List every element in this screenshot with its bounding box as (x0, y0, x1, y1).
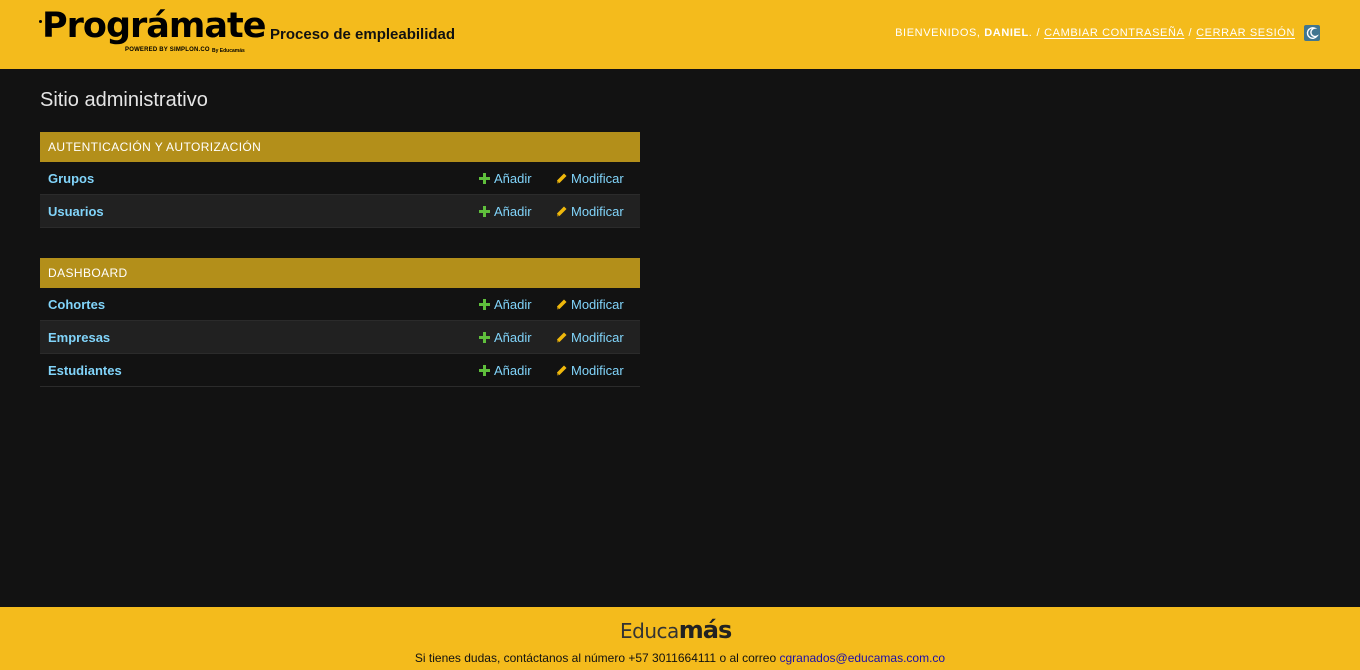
welcome-text: BIENVENIDOS, (895, 27, 981, 39)
site-title: Proceso de empleabilidad (270, 26, 456, 43)
add-estudiantes-button[interactable]: Añadir (479, 363, 532, 378)
model-link-grupos[interactable]: Grupos (48, 171, 94, 186)
change-usuarios-button[interactable]: Modificar (556, 204, 624, 219)
add-grupos-button[interactable]: Añadir (479, 171, 532, 186)
header: Prográmate POWERED BY SIMPLON.CO By Educ… (0, 0, 1360, 69)
footer-contact: Si tienes dudas, contáctanos al número +… (0, 651, 1360, 665)
logo-by-text: By Educamás (212, 48, 245, 54)
change-password-link[interactable]: CAMBIAR CONTRASEÑA (1044, 27, 1184, 39)
add-usuarios-button[interactable]: Añadir (479, 204, 532, 219)
change-label: Modificar (571, 363, 624, 378)
pencil-icon (557, 206, 567, 217)
add-label: Añadir (494, 204, 532, 219)
model-row-usuarios: Usuarios Añadir Modificar (40, 195, 640, 228)
page-title: Sitio administrativo (40, 89, 208, 111)
model-row-estudiantes: Estudiantes Añadir Modificar (40, 354, 640, 387)
logo-powered-text: POWERED BY SIMPLON.CO (125, 47, 210, 53)
theme-toggle-button[interactable] (1304, 25, 1320, 41)
change-cohortes-button[interactable]: Modificar (556, 297, 624, 312)
footer: Educa más Si tienes dudas, contáctanos al… (0, 607, 1360, 670)
model-row-grupos: Grupos Añadir Modificar (40, 162, 640, 195)
logo-text: Prográmate (42, 6, 266, 46)
add-label: Añadir (494, 297, 532, 312)
change-estudiantes-button[interactable]: Modificar (556, 363, 624, 378)
separator: / (1036, 27, 1041, 39)
pencil-icon (557, 332, 567, 343)
module-auth: AUTENTICACIÓN Y AUTORIZACIÓN Grupos Añad… (40, 132, 640, 228)
plus-icon (479, 299, 490, 310)
model-row-cohortes: Cohortes Añadir Modificar (40, 288, 640, 321)
footer-email-link[interactable]: cgranados@educamas.com.co (779, 651, 945, 665)
user-tools: BIENVENIDOS, DANIEL. / CAMBIAR CONTRASEÑ… (895, 25, 1320, 41)
change-label: Modificar (571, 171, 624, 186)
module-caption[interactable]: DASHBOARD (40, 258, 640, 288)
change-label: Modificar (571, 297, 624, 312)
username: DANIEL (984, 27, 1029, 39)
add-empresas-button[interactable]: Añadir (479, 330, 532, 345)
model-link-usuarios[interactable]: Usuarios (48, 204, 104, 219)
model-link-empresas[interactable]: Empresas (48, 330, 110, 345)
pencil-icon (557, 299, 567, 310)
footer-contact-text: Si tienes dudas, contáctanos al número +… (414, 651, 777, 665)
add-label: Añadir (494, 171, 532, 186)
separator: / (1188, 27, 1193, 39)
programate-logo[interactable]: Prográmate POWERED BY SIMPLON.CO By Educ… (39, 6, 266, 58)
change-label: Modificar (571, 330, 624, 345)
add-label: Añadir (494, 363, 532, 378)
plus-icon (479, 365, 490, 376)
plus-icon (479, 206, 490, 217)
module-dashboard: DASHBOARD Cohortes Añadir Modificar Empr… (40, 258, 640, 387)
educamas-logo: Educa más (620, 616, 732, 644)
model-row-empresas: Empresas Añadir Modificar (40, 321, 640, 354)
plus-icon (479, 173, 490, 184)
add-label: Añadir (494, 330, 532, 345)
logout-link[interactable]: CERRAR SESIÓN (1196, 27, 1295, 39)
moon-icon (1306, 27, 1319, 39)
change-label: Modificar (571, 204, 624, 219)
model-link-estudiantes[interactable]: Estudiantes (48, 363, 122, 378)
change-empresas-button[interactable]: Modificar (556, 330, 624, 345)
pencil-icon (557, 365, 567, 376)
logo-educa-text: Educa (620, 619, 679, 643)
pencil-icon (557, 173, 567, 184)
change-grupos-button[interactable]: Modificar (556, 171, 624, 186)
module-caption[interactable]: AUTENTICACIÓN Y AUTORIZACIÓN (40, 132, 640, 162)
logo-mas-text: más (678, 616, 732, 644)
plus-icon (479, 332, 490, 343)
add-cohortes-button[interactable]: Añadir (479, 297, 532, 312)
model-link-cohortes[interactable]: Cohortes (48, 297, 105, 312)
